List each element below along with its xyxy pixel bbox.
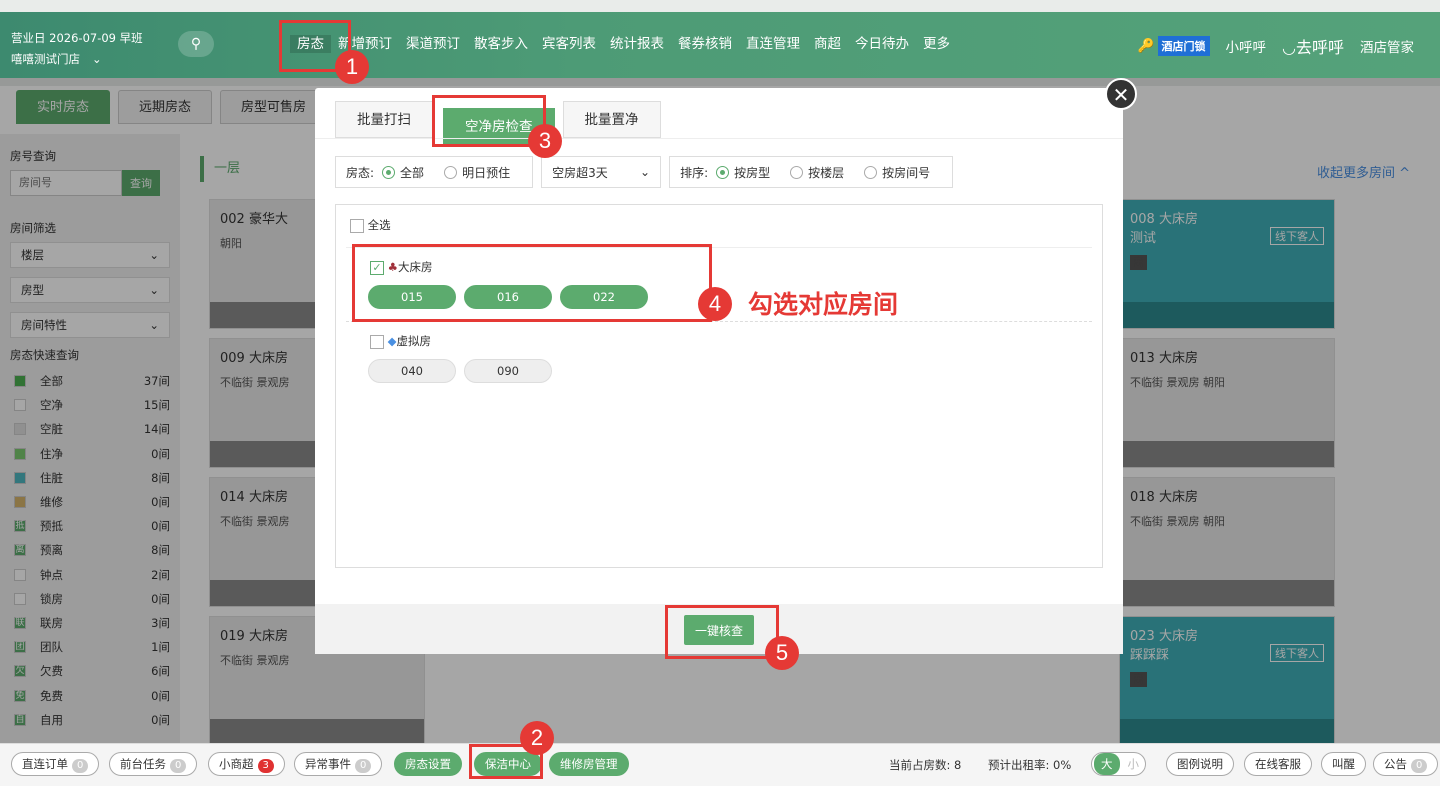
nav-walk-in[interactable]: 散客步入 xyxy=(467,35,535,53)
checkbox[interactable] xyxy=(370,334,384,349)
main-nav: 房态 新增预订 渠道预订 散客步入 宾客列表 统计报表 餐券核销 直连管理 商超… xyxy=(290,35,957,53)
state-next-radio[interactable]: 明日预住 xyxy=(444,164,510,181)
search-icon[interactable]: ⚲ xyxy=(178,31,214,57)
pill-status-settings[interactable]: 房态设置 xyxy=(394,752,462,776)
instruction-note: 勾选对应房间 xyxy=(748,290,899,319)
highlight-box-4 xyxy=(352,244,712,322)
highlight-box-5 xyxy=(665,605,779,659)
select-all[interactable]: 全选 xyxy=(350,217,391,233)
xiaohuhu-link[interactable]: 小呼呼 xyxy=(1226,36,1267,56)
pill-shop[interactable]: 小商超 3 xyxy=(208,752,285,776)
step-marker-2: 2 xyxy=(520,721,554,755)
vacant-days-select[interactable]: 空房超3天 ⌄ xyxy=(541,156,662,188)
state-all-radio[interactable]: 全部 xyxy=(382,164,424,181)
pill-wake-up[interactable]: 叫醒 xyxy=(1321,752,1366,776)
room-chip-040[interactable]: 040 xyxy=(368,359,456,383)
nav-more[interactable]: 更多 xyxy=(916,35,957,53)
sort-type-radio[interactable]: 按房型 xyxy=(716,164,770,181)
nav-guest-list[interactable]: 宾客列表 xyxy=(535,35,603,53)
occupied-count: 当前占房数: 8 xyxy=(889,758,962,772)
nav-direct[interactable]: 直连管理 xyxy=(739,35,807,53)
sort-floor-radio[interactable]: 按楼层 xyxy=(790,164,844,181)
occupancy-rate: 预计出租率: 0% xyxy=(988,758,1072,772)
pill-notice[interactable]: 公告 0 xyxy=(1373,752,1439,776)
close-icon[interactable]: ✕ xyxy=(1105,78,1137,110)
diamond-icon: ◆ xyxy=(387,334,397,348)
pill-desk-tasks[interactable]: 前台任务 0 xyxy=(109,752,198,776)
state-filter: 房态: 全部 明日预住 xyxy=(335,156,534,188)
step-marker-5: 5 xyxy=(765,636,799,670)
nav-channel-booking[interactable]: 渠道预订 xyxy=(399,35,467,53)
size-toggle[interactable]: 大小 xyxy=(1091,752,1146,776)
lock-icon: 🔑 xyxy=(1137,38,1155,54)
pill-exceptions[interactable]: 异常事件 0 xyxy=(294,752,383,776)
business-date: 营业日 2026-07-09 早班 xyxy=(11,31,143,45)
pill-legend[interactable]: 图例说明 xyxy=(1166,752,1234,776)
door-lock-link[interactable]: 🔑 酒店门锁 xyxy=(1138,36,1210,56)
step-marker-3: 3 xyxy=(528,124,562,158)
step-marker-4: 4 xyxy=(698,287,732,321)
step-marker-1: 1 xyxy=(335,50,369,84)
store-name: 嘻嘻测试门店 xyxy=(11,52,80,66)
quhuhu-logo[interactable]: ◡去呼呼 xyxy=(1282,34,1344,58)
sort-filter: 排序: 按房型 按楼层 按房间号 xyxy=(669,156,954,188)
nav-meal-voucher[interactable]: 餐券核销 xyxy=(671,35,739,53)
manager-link[interactable]: 酒店管家 xyxy=(1360,36,1414,56)
tab-batch-clean[interactable]: 批量打扫 xyxy=(335,101,433,138)
top-right-links: 🔑 酒店门锁 小呼呼 ◡去呼呼 酒店管家 xyxy=(1138,34,1414,58)
nav-todo[interactable]: 今日待办 xyxy=(848,35,916,53)
chevron-down-icon[interactable]: ⌄ xyxy=(92,52,102,66)
nav-reports[interactable]: 统计报表 xyxy=(603,35,671,53)
checkbox[interactable] xyxy=(350,218,364,233)
pill-repair-management[interactable]: 维修房管理 xyxy=(549,752,629,776)
sort-no-radio[interactable]: 按房间号 xyxy=(864,164,930,181)
tab-batch-set-clean[interactable]: 批量置净 xyxy=(562,101,661,138)
cleaning-dialog: 批量打扫 空净房检查 批量置净 房态: 全部 明日预住 空房超3天 ⌄ 排序: 按… xyxy=(315,88,1123,654)
room-chip-090[interactable]: 090 xyxy=(464,359,552,383)
pill-online-service[interactable]: 在线客服 xyxy=(1244,752,1312,776)
business-info[interactable]: 营业日 2026-07-09 早班 嘻嘻测试门店 ⌄ xyxy=(11,28,143,70)
nav-shop[interactable]: 商超 xyxy=(807,35,848,53)
chevron-down-icon: ⌄ xyxy=(640,165,651,179)
smile-icon: ◡ xyxy=(1282,38,1296,57)
group-virtual[interactable]: ◆虚拟房 xyxy=(370,333,431,349)
pill-direct-orders[interactable]: 直连订单 0 xyxy=(11,752,100,776)
